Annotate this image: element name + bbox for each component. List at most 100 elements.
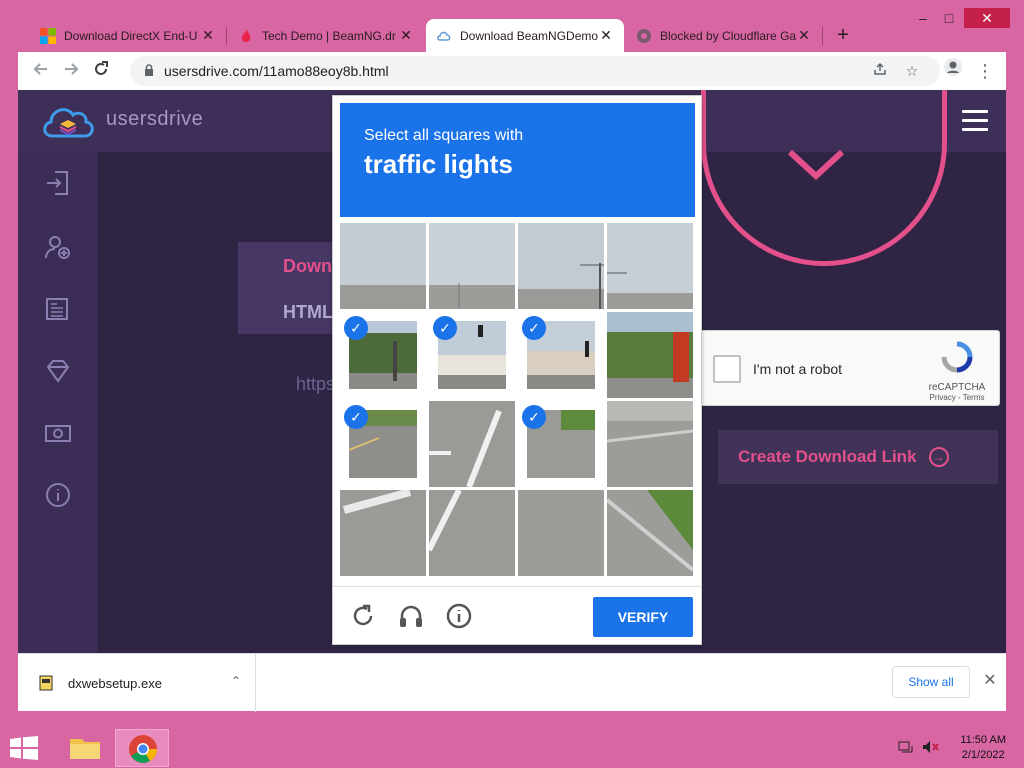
grid-cell-selected[interactable]: ✓ (518, 312, 604, 398)
grid-cell-selected[interactable]: ✓ (340, 401, 426, 487)
site-logo-text: usersdrive (106, 108, 204, 130)
close-window-button[interactable]: ✕ (964, 8, 1010, 28)
recaptcha-label: I'm not a robot (753, 361, 843, 377)
cloud-icon (437, 31, 451, 41)
challenge-footer: VERIFY (333, 586, 701, 644)
checkmark-icon: ✓ (433, 316, 457, 340)
chevron-up-icon[interactable]: ⌃ (231, 674, 241, 688)
lock-icon (144, 63, 154, 79)
grid-cell[interactable] (340, 490, 426, 576)
clock-date: 2/1/2022 (961, 749, 1005, 761)
recaptcha-icon (941, 341, 973, 373)
executable-file-icon (39, 675, 53, 691)
arrow-right-icon: → (928, 447, 949, 467)
tab-title: Blocked by Cloudflare Ga (660, 28, 796, 43)
grid-cell[interactable] (429, 223, 515, 309)
tab-close-icon[interactable]: ✕ (796, 27, 812, 44)
tab-strip: Download DirectX End-U ✕ Tech Demo | Bea… (0, 0, 1024, 52)
reload-icon[interactable] (86, 56, 116, 86)
challenge-header: Select all squares with traffic lights (340, 103, 695, 217)
checkmark-icon: ✓ (344, 316, 368, 340)
network-icon[interactable] (898, 739, 914, 755)
challenge-instruction: Select all squares with (364, 127, 524, 144)
grid-cell[interactable] (340, 223, 426, 309)
chevron-down-icon (787, 149, 845, 180)
recaptcha-challenge: Select all squares with traffic lights ✓… (332, 95, 702, 645)
tab-title: Tech Demo | BeamNG.dr (262, 28, 396, 43)
profile-avatar-icon[interactable] (938, 56, 968, 86)
checkmark-icon: ✓ (522, 405, 546, 429)
verify-button[interactable]: VERIFY (593, 597, 693, 637)
windows-taskbar: 11:50 AM 2/1/2022 (0, 727, 1024, 768)
audio-icon[interactable] (397, 602, 425, 630)
forward-arrow-icon[interactable] (56, 56, 86, 86)
back-arrow-icon[interactable] (26, 56, 56, 86)
grid-cell[interactable] (607, 312, 693, 398)
close-shelf-icon[interactable]: ✕ (980, 670, 1000, 694)
tab-beamng-tech-demo[interactable]: Tech Demo | BeamNG.dr ✕ (228, 19, 424, 52)
grid-cell[interactable] (607, 490, 693, 576)
recaptcha-widget: I'm not a robot reCAPTCHA Privacy - Term… (700, 330, 1000, 406)
create-link-label: Create Download Link (738, 447, 917, 466)
site-sidebar (18, 152, 98, 653)
tab-title: Download BeamNGDemo (460, 28, 598, 43)
money-icon[interactable] (43, 418, 73, 448)
grid-cell[interactable] (607, 401, 693, 487)
bookmark-star-icon[interactable]: ☆ (902, 61, 922, 81)
grid-cell-selected[interactable]: ✓ (518, 401, 604, 487)
url-text: usersdrive.com/11amo88eoy8b.html (164, 63, 389, 79)
volume-muted-icon[interactable] (922, 739, 940, 755)
new-tab-button[interactable]: + (831, 24, 855, 48)
address-bar[interactable]: usersdrive.com/11amo88eoy8b.html ☆ (130, 56, 940, 86)
tab-close-icon[interactable]: ✕ (398, 27, 414, 44)
challenge-image-grid: ✓ ✓ ✓ ✓ ✓ (340, 223, 695, 578)
grid-cell[interactable] (429, 490, 515, 576)
diamond-icon[interactable] (43, 356, 73, 386)
tab-directx[interactable]: Download DirectX End-U ✕ (30, 19, 226, 52)
globe-icon (637, 28, 651, 43)
grid-cell[interactable] (518, 223, 604, 309)
tab-title: Download DirectX End-U (64, 28, 198, 43)
tab-cloudflare-blocked[interactable]: Blocked by Cloudflare Ga ✕ (626, 19, 822, 52)
windows-logo-icon (40, 27, 56, 44)
file-explorer-taskbar-icon[interactable] (58, 729, 112, 767)
grid-cell-selected[interactable]: ✓ (429, 312, 515, 398)
download-item[interactable]: dxwebsetup.exe ⌃ (18, 654, 256, 712)
chrome-taskbar-icon[interactable] (115, 729, 169, 767)
kebab-menu-icon[interactable]: ⋮ (970, 56, 1000, 86)
reload-icon[interactable] (349, 602, 377, 630)
tab-separator (822, 27, 823, 45)
hamburger-menu-icon[interactable] (962, 110, 988, 132)
tab-close-icon[interactable]: ✕ (200, 27, 216, 44)
login-icon[interactable] (43, 168, 73, 198)
browser-toolbar: usersdrive.com/11amo88eoy8b.html ☆ ⋮ (18, 52, 1006, 90)
recaptcha-privacy-terms[interactable]: Privacy - Terms (925, 393, 989, 402)
checkmark-icon: ✓ (344, 405, 368, 429)
tab-download-beamng[interactable]: Download BeamNGDemo ✕ (426, 19, 624, 52)
tab-close-icon[interactable]: ✕ (598, 27, 614, 44)
checkmark-icon: ✓ (522, 316, 546, 340)
start-button-icon[interactable] (10, 736, 38, 760)
add-user-icon[interactable] (43, 232, 73, 262)
maximize-button[interactable]: □ (934, 8, 964, 28)
grid-cell-selected[interactable]: ✓ (340, 312, 426, 398)
grid-cell[interactable] (429, 401, 515, 487)
recaptcha-brand: reCAPTCHA (928, 382, 986, 393)
flame-icon (241, 28, 251, 42)
show-all-downloads-button[interactable]: Show all (892, 666, 970, 698)
grid-cell[interactable] (518, 490, 604, 576)
news-icon[interactable] (43, 294, 73, 324)
recaptcha-logo: reCAPTCHA Privacy - Terms (925, 341, 989, 402)
tab-separator (226, 27, 227, 45)
usersdrive-logo-icon (43, 108, 94, 138)
download-file-name: dxwebsetup.exe (68, 675, 162, 691)
recaptcha-checkbox[interactable] (713, 355, 741, 383)
challenge-object: traffic lights (364, 149, 513, 179)
system-clock[interactable]: 11:50 AM 2/1/2022 (960, 733, 1006, 763)
info-icon[interactable] (43, 480, 73, 510)
download-shelf: dxwebsetup.exe ⌃ Show all ✕ (18, 653, 1006, 712)
create-download-link-button[interactable]: Create Download Link → (718, 430, 998, 484)
share-icon[interactable] (870, 61, 890, 81)
grid-cell[interactable] (607, 223, 693, 309)
info-icon[interactable] (445, 602, 473, 630)
